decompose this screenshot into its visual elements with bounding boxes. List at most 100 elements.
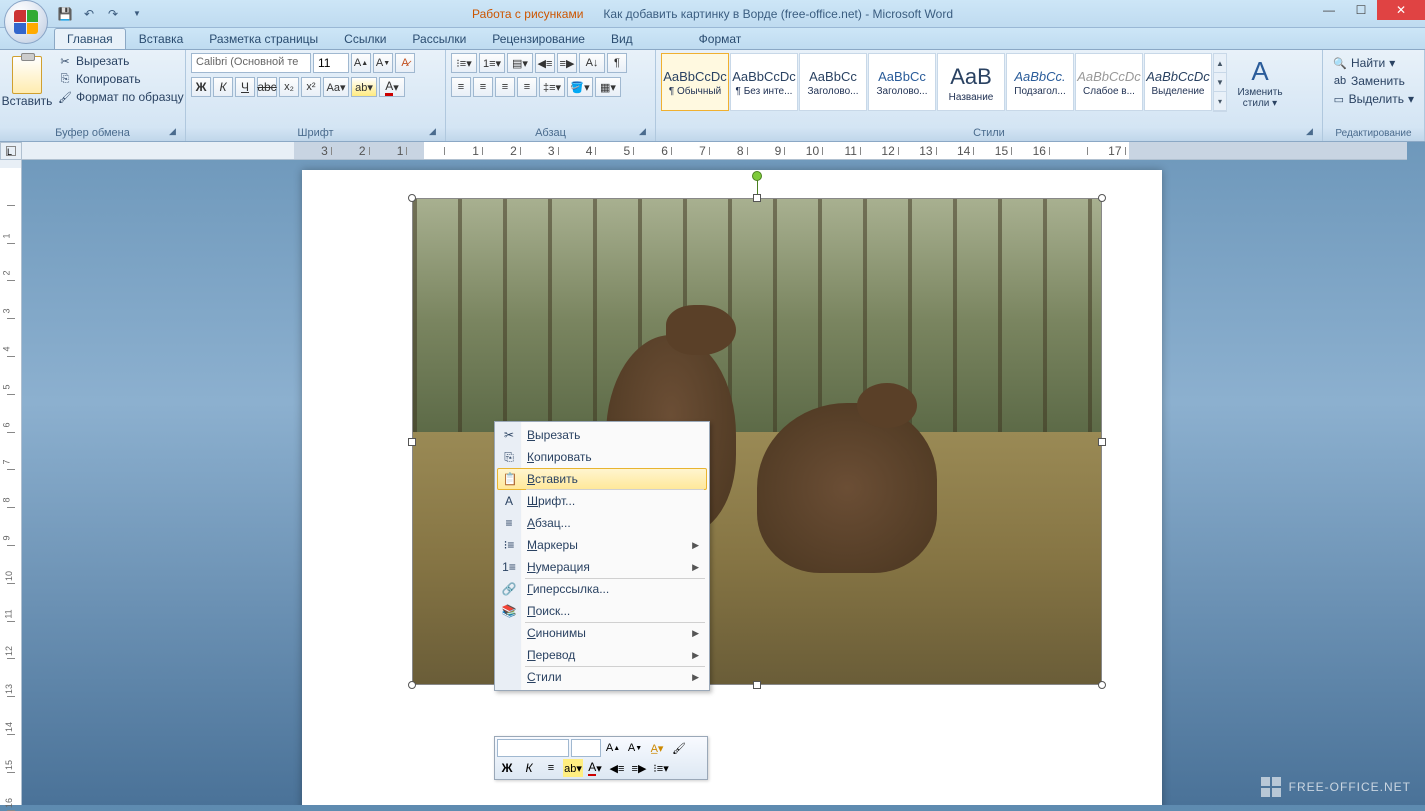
bold-button[interactable]: Ж xyxy=(191,77,211,97)
cut-button[interactable]: ✂Вырезать xyxy=(54,53,188,69)
tab-mailings[interactable]: Рассылки xyxy=(399,28,479,49)
styles-launcher-icon[interactable]: ◢ xyxy=(1306,126,1318,138)
clear-formatting-button[interactable]: A̷ xyxy=(395,53,415,73)
mini-highlight[interactable]: ab▾ xyxy=(563,759,583,777)
ctx-item-11[interactable]: Стили▶ xyxy=(497,666,707,688)
resize-handle-bm[interactable] xyxy=(753,681,761,689)
mini-size-combo[interactable] xyxy=(571,739,601,757)
ctx-item-5[interactable]: ⁝≡Маркеры▶ xyxy=(497,534,707,556)
paragraph-launcher-icon[interactable]: ◢ xyxy=(639,126,651,138)
style-down-icon[interactable]: ▼ xyxy=(1214,73,1226,92)
font-size-combo[interactable]: 11 xyxy=(313,53,349,73)
undo-icon[interactable]: ↶ xyxy=(80,5,98,23)
multilevel-button[interactable]: ▤▾ xyxy=(507,53,533,73)
mini-format-painter[interactable]: 🖌 xyxy=(669,739,689,757)
ctx-item-2[interactable]: 📋Вставить xyxy=(497,468,707,490)
style-up-icon[interactable]: ▲ xyxy=(1214,54,1226,73)
find-button[interactable]: 🔍Найти ▾ xyxy=(1330,55,1417,71)
superscript-button[interactable]: x² xyxy=(301,77,321,97)
decrease-indent-button[interactable]: ◀≡ xyxy=(535,53,555,73)
rotate-handle[interactable] xyxy=(752,171,762,181)
vertical-ruler[interactable]: 12345678910111213141516 xyxy=(0,160,22,805)
style-item-3[interactable]: AaBbCcЗаголово... xyxy=(868,53,936,111)
redo-icon[interactable]: ↷ xyxy=(104,5,122,23)
document-area[interactable] xyxy=(22,160,1425,805)
horizontal-ruler[interactable]: 3211234567891011121314151617 xyxy=(22,142,1407,160)
numbering-button[interactable]: 1≡▾ xyxy=(479,53,505,73)
align-left-button[interactable]: ≡ xyxy=(451,77,471,97)
mini-shrink-font[interactable]: A▼ xyxy=(625,739,645,757)
highlight-button[interactable]: ab▾ xyxy=(351,77,377,97)
resize-handle-tm[interactable] xyxy=(753,194,761,202)
copy-button[interactable]: ⎘Копировать xyxy=(54,71,188,87)
ctx-item-10[interactable]: Перевод▶ xyxy=(497,644,707,666)
style-item-4[interactable]: AaBНазвание xyxy=(937,53,1005,111)
mini-bullets[interactable]: ⁝≡▾ xyxy=(651,759,671,777)
tab-home[interactable]: Главная xyxy=(54,28,126,49)
underline-button[interactable]: Ч xyxy=(235,77,255,97)
borders-button[interactable]: ▦▾ xyxy=(595,77,621,97)
save-icon[interactable]: 💾 xyxy=(56,5,74,23)
ctx-item-4[interactable]: ≡Абзац... xyxy=(497,512,707,534)
resize-handle-tr[interactable] xyxy=(1098,194,1106,202)
clipboard-launcher-icon[interactable]: ◢ xyxy=(169,126,181,138)
mini-italic[interactable]: К xyxy=(519,759,539,777)
show-marks-button[interactable]: ¶ xyxy=(607,53,627,73)
style-item-6[interactable]: AaBbCcDcСлабое в... xyxy=(1075,53,1143,111)
resize-handle-tl[interactable] xyxy=(408,194,416,202)
align-right-button[interactable]: ≡ xyxy=(495,77,515,97)
ctx-item-8[interactable]: 📚Поиск... xyxy=(497,600,707,622)
replace-button[interactable]: abЗаменить xyxy=(1330,73,1417,89)
mini-bold[interactable]: Ж xyxy=(497,759,517,777)
ctx-item-1[interactable]: ⎘Копировать xyxy=(497,446,707,468)
mini-font-combo[interactable] xyxy=(497,739,569,757)
grow-font-button[interactable]: A▲ xyxy=(351,53,371,73)
resize-handle-ml[interactable] xyxy=(408,438,416,446)
tab-view[interactable]: Вид xyxy=(598,28,646,49)
font-launcher-icon[interactable]: ◢ xyxy=(429,126,441,138)
ctx-item-9[interactable]: Синонимы▶ xyxy=(497,622,707,644)
font-name-combo[interactable]: Calibri (Основной те xyxy=(191,53,311,73)
font-color-button[interactable]: A▾ xyxy=(379,77,405,97)
format-painter-button[interactable]: 🖌Формат по образцу xyxy=(54,89,188,105)
mini-styles-button[interactable]: A̲▾ xyxy=(647,739,667,757)
ctx-item-3[interactable]: AШрифт... xyxy=(497,490,707,512)
shrink-font-button[interactable]: A▼ xyxy=(373,53,393,73)
resize-handle-mr[interactable] xyxy=(1098,438,1106,446)
style-item-1[interactable]: AaBbCcDc¶ Без инте... xyxy=(730,53,798,111)
select-button[interactable]: ▭Выделить ▾ xyxy=(1330,91,1417,107)
change-case-button[interactable]: Aa▾ xyxy=(323,77,349,97)
style-item-0[interactable]: AaBbCcDc¶ Обычный xyxy=(661,53,729,111)
shading-button[interactable]: 🪣▾ xyxy=(567,77,593,97)
maximize-button[interactable]: ☐ xyxy=(1345,0,1377,20)
style-more-icon[interactable]: ▾ xyxy=(1214,92,1226,111)
minimize-button[interactable]: — xyxy=(1313,0,1345,20)
office-button[interactable] xyxy=(4,0,48,44)
tab-layout[interactable]: Разметка страницы xyxy=(196,28,331,49)
resize-handle-br[interactable] xyxy=(1098,681,1106,689)
ctx-item-0[interactable]: ✂Вырезать xyxy=(497,424,707,446)
mini-center[interactable]: ≡ xyxy=(541,759,561,777)
strikethrough-button[interactable]: abc xyxy=(257,77,277,97)
tab-review[interactable]: Рецензирование xyxy=(479,28,598,49)
justify-button[interactable]: ≡ xyxy=(517,77,537,97)
mini-grow-font[interactable]: A▲ xyxy=(603,739,623,757)
tab-format-context[interactable]: Формат xyxy=(686,28,755,49)
style-scroll[interactable]: ▲▼▾ xyxy=(1213,53,1227,112)
increase-indent-button[interactable]: ≡▶ xyxy=(557,53,577,73)
italic-button[interactable]: К xyxy=(213,77,233,97)
ruler-corner[interactable]: L xyxy=(0,142,22,160)
ctx-item-6[interactable]: 1≡Нумерация▶ xyxy=(497,556,707,578)
align-center-button[interactable]: ≡ xyxy=(473,77,493,97)
ctx-item-7[interactable]: 🔗Гиперссылка... xyxy=(497,578,707,600)
bullets-button[interactable]: ⁝≡▾ xyxy=(451,53,477,73)
style-item-5[interactable]: AaBbCc.Подзагол... xyxy=(1006,53,1074,111)
close-button[interactable]: ✕ xyxy=(1377,0,1425,20)
tab-insert[interactable]: Вставка xyxy=(126,28,197,49)
sort-button[interactable]: A↓ xyxy=(579,53,605,73)
mini-increase-indent[interactable]: ≡▶ xyxy=(629,759,649,777)
subscript-button[interactable]: x₂ xyxy=(279,77,299,97)
mini-decrease-indent[interactable]: ◀≡ xyxy=(607,759,627,777)
change-styles-button[interactable]: AИзменитьстили ▾ xyxy=(1231,53,1289,112)
style-item-7[interactable]: AaBbCcDcВыделение xyxy=(1144,53,1212,111)
